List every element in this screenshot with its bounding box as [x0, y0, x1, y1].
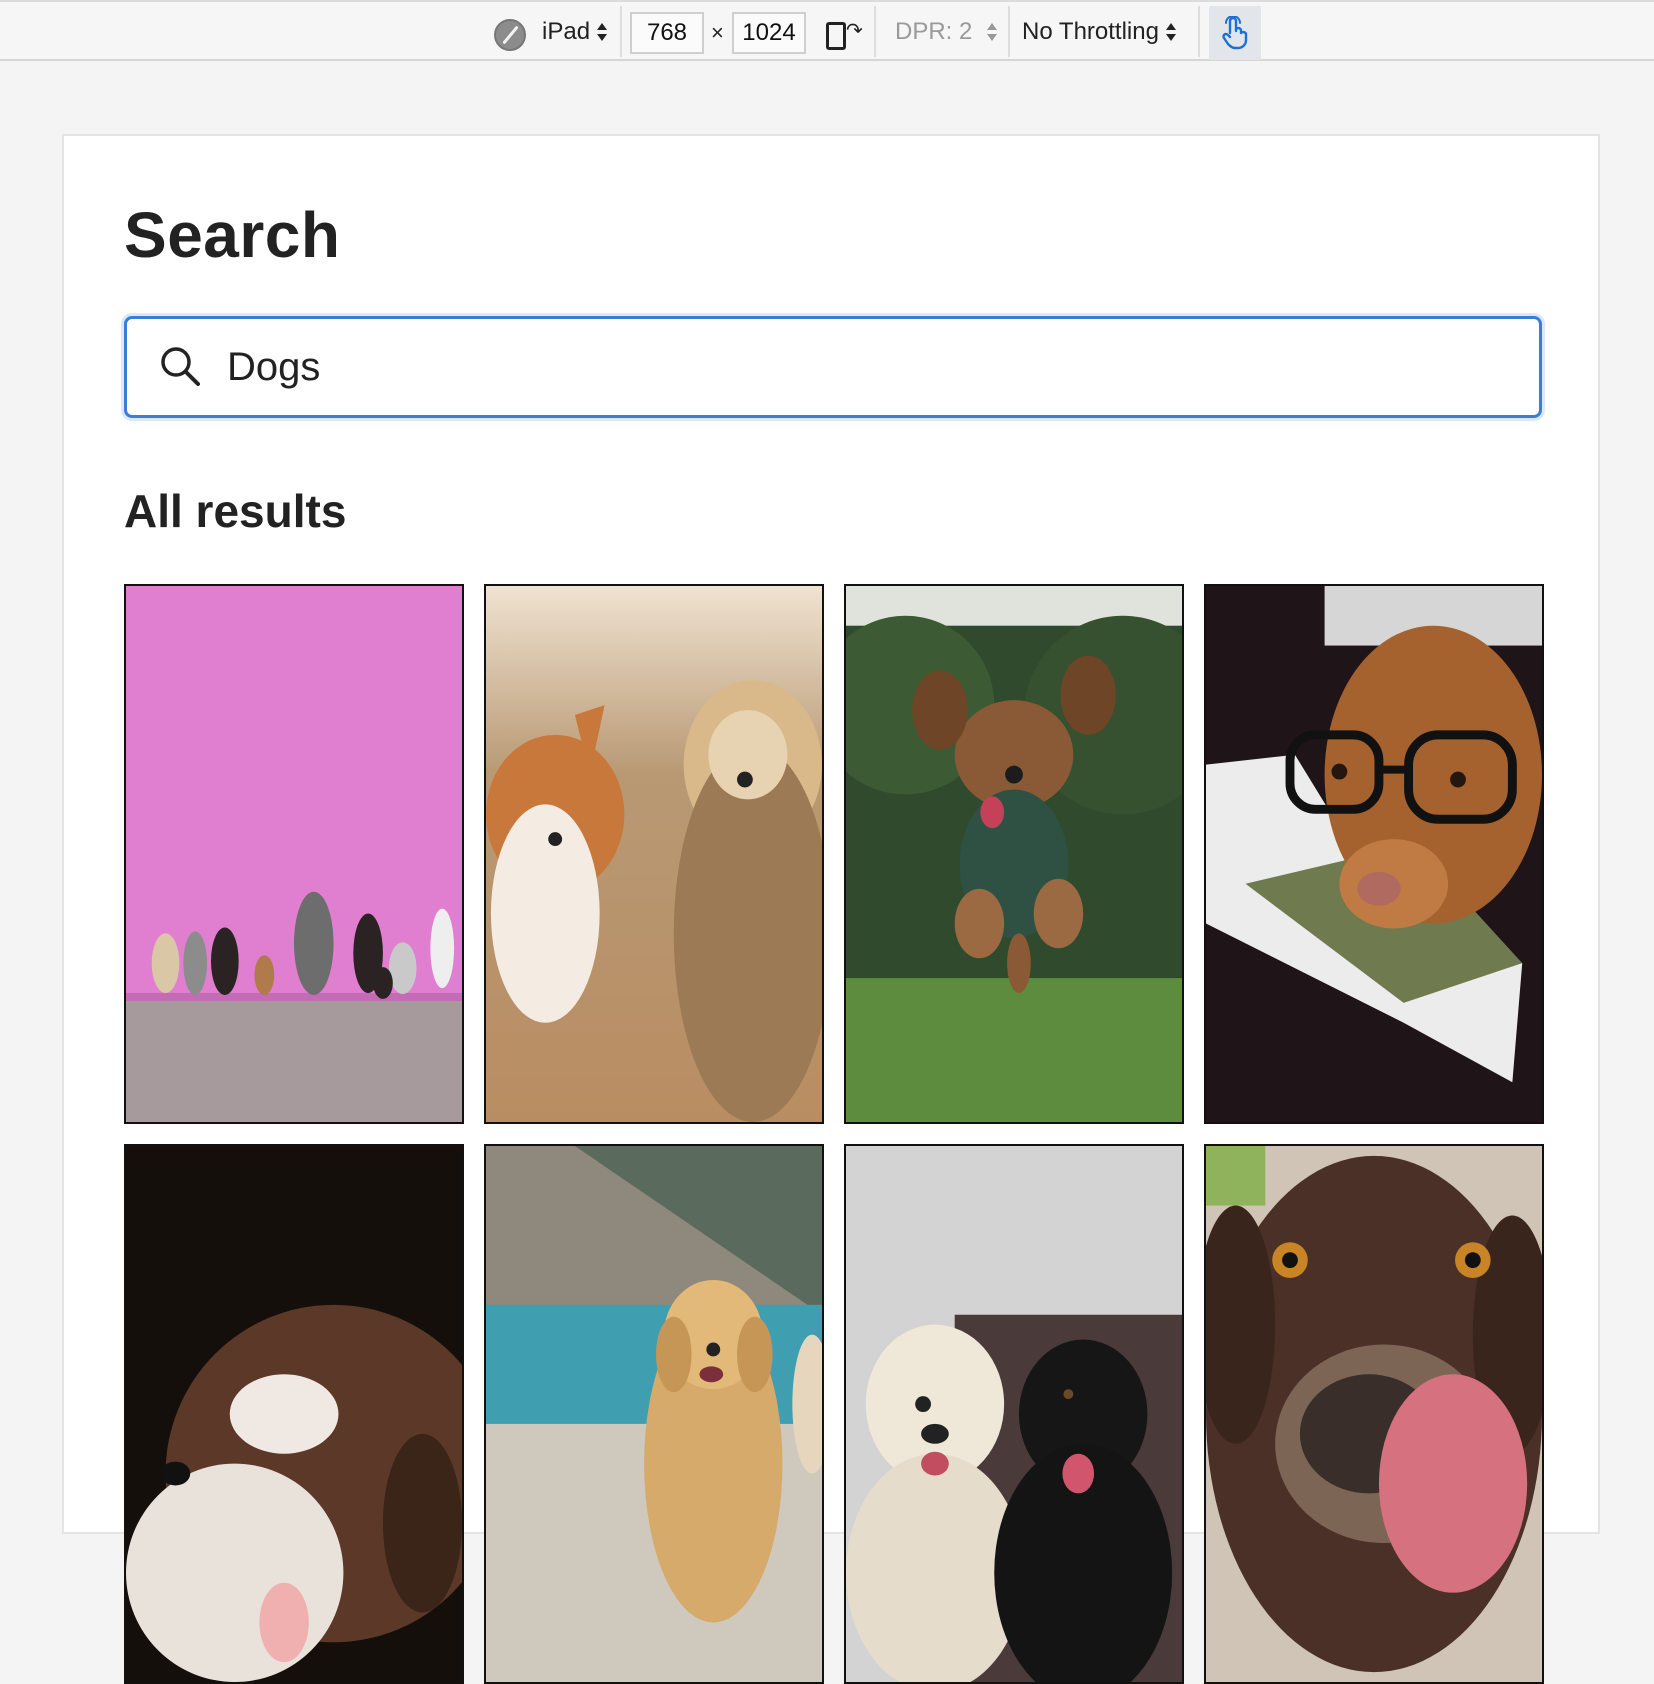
result-image-7[interactable]	[844, 1144, 1184, 1684]
toolbar-divider	[874, 6, 876, 57]
dog-licking-nose-photo	[1206, 1146, 1542, 1682]
viewport-height-value: 1024	[742, 19, 796, 46]
dpr-select[interactable]: DPR: 2	[895, 2, 998, 61]
result-image-2[interactable]	[484, 584, 824, 1124]
responsive-toolbar: iPad 768 × 1024 ↷ DPR: 2 No Throttling	[0, 0, 1654, 61]
search-value: Dogs	[227, 345, 321, 389]
results-heading: All results	[124, 485, 347, 537]
toolbar-divider	[1198, 6, 1200, 57]
viewport-height-input[interactable]: 1024	[732, 12, 806, 54]
viewport-width-input[interactable]: 768	[630, 12, 704, 54]
result-image-8[interactable]	[1204, 1144, 1544, 1684]
dog-with-glasses-photo	[1206, 586, 1542, 1122]
sleeping-puppy-photo	[126, 1146, 462, 1682]
page-title: Search	[124, 199, 341, 271]
touch-hand-icon	[1222, 16, 1248, 50]
toolbar-divider	[620, 6, 622, 57]
compass-icon	[494, 19, 526, 51]
rotate-arrow-icon: ↷	[846, 20, 863, 42]
toolbar-divider	[1008, 6, 1010, 57]
updown-arrows-icon	[596, 22, 608, 42]
dimension-separator: ×	[711, 20, 724, 45]
result-image-1[interactable]	[124, 584, 464, 1124]
result-image-3[interactable]	[844, 584, 1184, 1124]
result-image-4[interactable]	[1204, 584, 1544, 1124]
updown-arrows-icon	[986, 22, 998, 42]
dogs-against-pink-wall-photo	[126, 586, 462, 1122]
search-input[interactable]: Dogs	[124, 316, 1542, 418]
result-image-6[interactable]	[484, 1144, 824, 1684]
device-portrait-icon	[826, 22, 846, 50]
result-image-5[interactable]	[124, 1144, 464, 1684]
golden-retriever-lake-photo	[486, 1146, 822, 1682]
search-icon	[161, 347, 200, 386]
device-select[interactable]: iPad	[542, 2, 608, 61]
throttling-label: No Throttling	[1022, 17, 1159, 45]
viewport-width-value: 768	[646, 19, 688, 46]
dpr-label: DPR: 2	[895, 17, 973, 45]
jumping-doodle-photo	[846, 586, 1182, 1122]
throttling-select[interactable]: No Throttling	[1022, 2, 1177, 61]
device-label: iPad	[542, 17, 591, 45]
page-viewport: Search Dogs All results	[62, 134, 1600, 1684]
updown-arrows-icon	[1165, 22, 1177, 42]
touch-simulation-button[interactable]	[1209, 6, 1261, 60]
doodle-and-black-lab-photo	[846, 1146, 1182, 1682]
corgi-and-terrier-photo	[486, 586, 822, 1122]
